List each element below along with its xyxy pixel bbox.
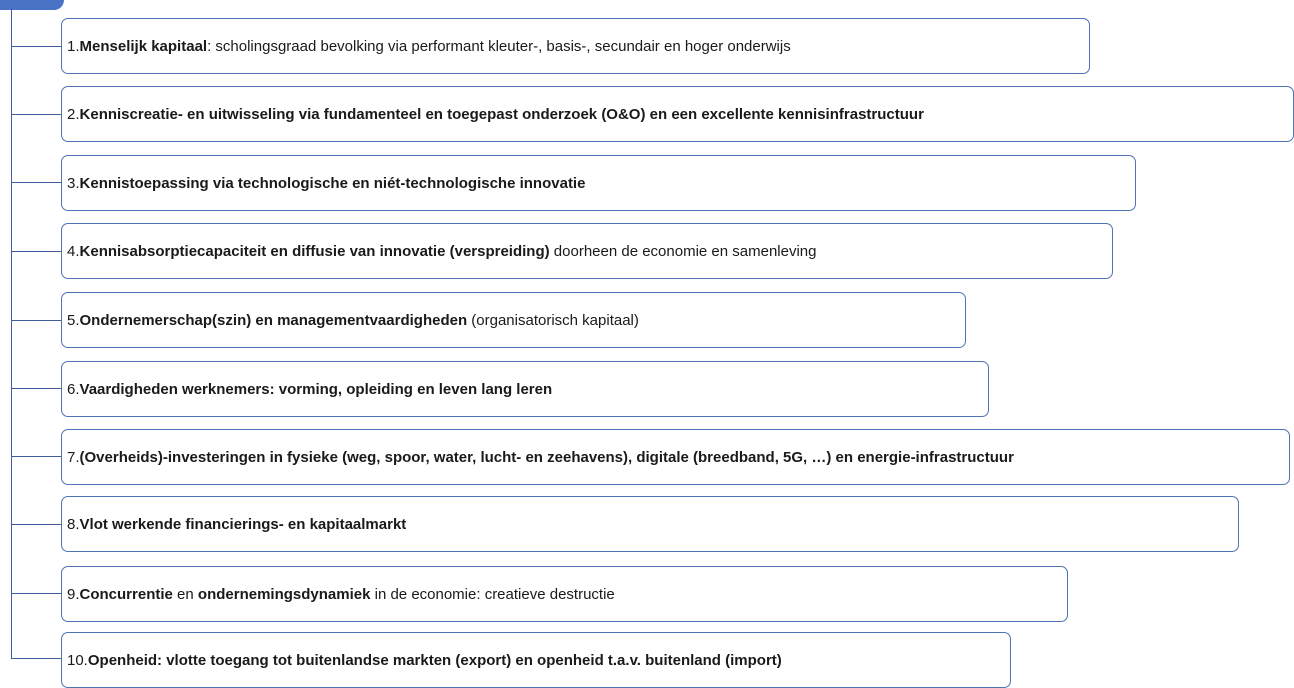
item-box-7: 7. (Overheids)-investeringen in fysieke …	[61, 429, 1290, 485]
item-text: Kennistoepassing via technologische en n…	[80, 175, 586, 192]
branch-line-6	[11, 388, 61, 389]
item-text: Menselijk kapitaal: scholingsgraad bevol…	[80, 38, 791, 55]
item-number: 1.	[67, 37, 80, 55]
item-number: 2.	[67, 105, 80, 123]
item-number: 10.	[67, 651, 88, 669]
item-text-bold: ondernemingsdynamiek	[197, 585, 371, 603]
item-text-bold: Kennisabsorptiecapaciteit en diffusie va…	[79, 242, 550, 260]
branch-line-3	[11, 182, 61, 183]
item-box-2: 2. Kenniscreatie- en uitwisseling via fu…	[61, 86, 1294, 142]
item-number: 9.	[67, 585, 80, 603]
item-box-1: 1. Menselijk kapitaal: scholingsgraad be…	[61, 18, 1090, 74]
item-text: Openheid: vlotte toegang tot buitenlands…	[88, 652, 782, 669]
branch-line-2	[11, 114, 61, 115]
item-text: Kenniscreatie- en uitwisseling via funda…	[80, 106, 924, 123]
item-text-bold: Ondernemerschap(szin) en managementvaard…	[79, 311, 468, 329]
item-text-bold: Menselijk kapitaal	[79, 37, 208, 55]
item-text: Kennisabsorptiecapaciteit en diffusie va…	[80, 243, 817, 260]
branch-line-10	[11, 658, 61, 659]
tree-trunk-line	[11, 8, 12, 659]
item-text-bold: Vaardigheden werknemers: vorming, opleid…	[79, 380, 553, 398]
item-text-regular: en	[172, 585, 198, 603]
item-number: 3.	[67, 174, 80, 192]
item-number: 4.	[67, 242, 80, 260]
item-box-9: 9. Concurrentie en ondernemingsdynamiek …	[61, 566, 1068, 622]
branch-line-9	[11, 593, 61, 594]
item-number: 6.	[67, 380, 80, 398]
item-text: Ondernemerschap(szin) en managementvaard…	[80, 312, 639, 329]
item-text-regular: : scholingsgraad bevolking via performan…	[207, 37, 791, 55]
branch-line-1	[11, 46, 61, 47]
item-box-10: 10. Openheid: vlotte toegang tot buitenl…	[61, 632, 1011, 688]
item-text-bold: Vlot werkende financierings- en kapitaal…	[79, 515, 407, 533]
branch-line-5	[11, 320, 61, 321]
item-number: 8.	[67, 515, 80, 533]
item-number: 5.	[67, 311, 80, 329]
item-text-bold: (Overheids)-investeringen in fysieke (we…	[79, 448, 1014, 466]
item-text: (Overheids)-investeringen in fysieke (we…	[80, 449, 1014, 466]
item-text-bold: Concurrentie	[79, 585, 173, 603]
branch-line-8	[11, 524, 61, 525]
item-text-bold: Openheid: vlotte toegang tot buitenlands…	[87, 651, 782, 669]
branch-line-7	[11, 456, 61, 457]
header-tab	[0, 0, 64, 10]
branch-line-4	[11, 251, 61, 252]
item-box-6: 6. Vaardigheden werknemers: vorming, opl…	[61, 361, 989, 417]
item-text: Concurrentie en ondernemingsdynamiek in …	[80, 586, 615, 603]
item-text-regular: in de economie: creatieve destructie	[370, 585, 615, 603]
item-text-regular: (organisatorisch kapitaal)	[467, 311, 639, 329]
item-text: Vaardigheden werknemers: vorming, opleid…	[80, 381, 553, 398]
item-box-3: 3. Kennistoepassing via technologische e…	[61, 155, 1136, 211]
item-box-4: 4. Kennisabsorptiecapaciteit en diffusie…	[61, 223, 1113, 279]
item-box-8: 8. Vlot werkende financierings- en kapit…	[61, 496, 1239, 552]
item-text-bold: Kennistoepassing via technologische en n…	[79, 174, 586, 192]
item-text-bold: Kenniscreatie- en uitwisseling via funda…	[79, 105, 924, 123]
item-text: Vlot werkende financierings- en kapitaal…	[80, 516, 407, 533]
item-box-5: 5. Ondernemerschap(szin) en managementva…	[61, 292, 966, 348]
item-number: 7.	[67, 448, 80, 466]
item-text-regular: doorheen de economie en samenleving	[549, 242, 817, 260]
